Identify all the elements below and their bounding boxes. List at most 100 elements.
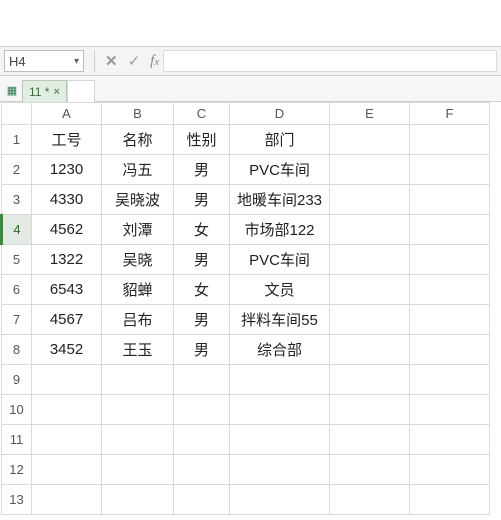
cell-D12[interactable] xyxy=(230,455,330,485)
cell-E13[interactable] xyxy=(330,485,410,515)
column-header-D[interactable]: D xyxy=(230,103,330,125)
cell-F7[interactable] xyxy=(410,305,490,335)
cell-E2[interactable] xyxy=(330,155,410,185)
cell-B12[interactable] xyxy=(102,455,174,485)
cell-E9[interactable] xyxy=(330,365,410,395)
cell-C8[interactable]: 男 xyxy=(174,335,230,365)
cancel-icon[interactable]: ✕ xyxy=(105,52,118,70)
cell-A9[interactable] xyxy=(32,365,102,395)
cell-E12[interactable] xyxy=(330,455,410,485)
spreadsheet-grid[interactable]: ABCDEF1工号名称性别部门21230冯五男PVC车间34330吴晓波男地暖车… xyxy=(0,102,501,515)
cell-D7[interactable]: 拌料车间55 xyxy=(230,305,330,335)
name-box[interactable]: H4 ▾ xyxy=(4,50,84,72)
cell-D13[interactable] xyxy=(230,485,330,515)
cell-A1[interactable]: 工号 xyxy=(32,125,102,155)
cell-E11[interactable] xyxy=(330,425,410,455)
cell-F5[interactable] xyxy=(410,245,490,275)
cell-F8[interactable] xyxy=(410,335,490,365)
new-tab-button[interactable] xyxy=(67,80,95,102)
row-header-2[interactable]: 2 xyxy=(2,155,32,185)
cell-F12[interactable] xyxy=(410,455,490,485)
cell-E10[interactable] xyxy=(330,395,410,425)
cell-F13[interactable] xyxy=(410,485,490,515)
cell-B11[interactable] xyxy=(102,425,174,455)
cell-F1[interactable] xyxy=(410,125,490,155)
cell-C1[interactable]: 性别 xyxy=(174,125,230,155)
cell-D6[interactable]: 文员 xyxy=(230,275,330,305)
row-header-12[interactable]: 12 xyxy=(2,455,32,485)
fx-icon[interactable]: fx xyxy=(150,53,159,70)
workbook-tab[interactable]: 11 * × xyxy=(22,80,67,102)
cell-C9[interactable] xyxy=(174,365,230,395)
cell-D10[interactable] xyxy=(230,395,330,425)
cell-A11[interactable] xyxy=(32,425,102,455)
cell-D4[interactable]: 市场部122 xyxy=(230,215,330,245)
confirm-icon[interactable]: ✓ xyxy=(128,52,141,70)
cell-D8[interactable]: 综合部 xyxy=(230,335,330,365)
cell-C11[interactable] xyxy=(174,425,230,455)
cell-C13[interactable] xyxy=(174,485,230,515)
cell-A5[interactable]: 1322 xyxy=(32,245,102,275)
row-header-1[interactable]: 1 xyxy=(2,125,32,155)
cell-E8[interactable] xyxy=(330,335,410,365)
row-header-13[interactable]: 13 xyxy=(2,485,32,515)
cell-C12[interactable] xyxy=(174,455,230,485)
cell-B9[interactable] xyxy=(102,365,174,395)
row-header-10[interactable]: 10 xyxy=(2,395,32,425)
row-header-11[interactable]: 11 xyxy=(2,425,32,455)
column-header-F[interactable]: F xyxy=(410,103,490,125)
formula-input[interactable] xyxy=(163,50,497,72)
cell-F4[interactable] xyxy=(410,215,490,245)
chevron-down-icon[interactable]: ▾ xyxy=(74,56,79,67)
cell-C6[interactable]: 女 xyxy=(174,275,230,305)
cell-A6[interactable]: 6543 xyxy=(32,275,102,305)
cell-A4[interactable]: 4562 xyxy=(32,215,102,245)
cell-C5[interactable]: 男 xyxy=(174,245,230,275)
cell-B6[interactable]: 貂蝉 xyxy=(102,275,174,305)
row-header-7[interactable]: 7 xyxy=(2,305,32,335)
cell-E3[interactable] xyxy=(330,185,410,215)
cell-B1[interactable]: 名称 xyxy=(102,125,174,155)
cell-F2[interactable] xyxy=(410,155,490,185)
cell-F9[interactable] xyxy=(410,365,490,395)
cell-E6[interactable] xyxy=(330,275,410,305)
cell-C7[interactable]: 男 xyxy=(174,305,230,335)
cell-F3[interactable] xyxy=(410,185,490,215)
row-header-5[interactable]: 5 xyxy=(2,245,32,275)
cell-D2[interactable]: PVC车间 xyxy=(230,155,330,185)
row-header-4[interactable]: 4 xyxy=(2,215,32,245)
cell-F6[interactable] xyxy=(410,275,490,305)
cell-B4[interactable]: 刘潭 xyxy=(102,215,174,245)
cell-D11[interactable] xyxy=(230,425,330,455)
row-header-8[interactable]: 8 xyxy=(2,335,32,365)
column-header-C[interactable]: C xyxy=(174,103,230,125)
cell-A10[interactable] xyxy=(32,395,102,425)
cell-D1[interactable]: 部门 xyxy=(230,125,330,155)
cell-E7[interactable] xyxy=(330,305,410,335)
cell-F10[interactable] xyxy=(410,395,490,425)
row-header-9[interactable]: 9 xyxy=(2,365,32,395)
column-header-B[interactable]: B xyxy=(102,103,174,125)
cell-F11[interactable] xyxy=(410,425,490,455)
cell-A12[interactable] xyxy=(32,455,102,485)
cell-A13[interactable] xyxy=(32,485,102,515)
cell-C4[interactable]: 女 xyxy=(174,215,230,245)
cell-B5[interactable]: 吴晓 xyxy=(102,245,174,275)
cell-A7[interactable]: 4567 xyxy=(32,305,102,335)
cell-E1[interactable] xyxy=(330,125,410,155)
cell-A3[interactable]: 4330 xyxy=(32,185,102,215)
close-icon[interactable]: × xyxy=(53,86,59,98)
cell-E5[interactable] xyxy=(330,245,410,275)
cell-D9[interactable] xyxy=(230,365,330,395)
row-header-6[interactable]: 6 xyxy=(2,275,32,305)
select-all-corner[interactable] xyxy=(2,103,32,125)
row-header-3[interactable]: 3 xyxy=(2,185,32,215)
cell-B8[interactable]: 王玉 xyxy=(102,335,174,365)
cell-B7[interactable]: 吕布 xyxy=(102,305,174,335)
cell-B2[interactable]: 冯五 xyxy=(102,155,174,185)
cell-B13[interactable] xyxy=(102,485,174,515)
cell-D5[interactable]: PVC车间 xyxy=(230,245,330,275)
cell-E4[interactable] xyxy=(330,215,410,245)
column-header-E[interactable]: E xyxy=(330,103,410,125)
cell-A2[interactable]: 1230 xyxy=(32,155,102,185)
